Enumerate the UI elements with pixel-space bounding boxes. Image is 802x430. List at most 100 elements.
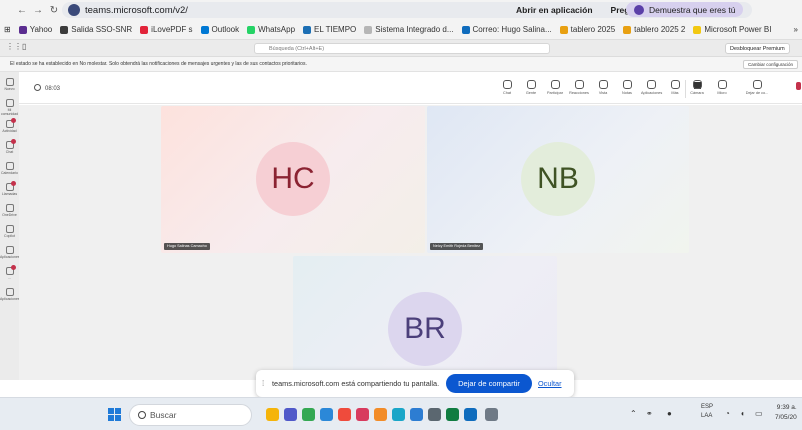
bookmark-item[interactable]: Yahoo	[18, 25, 52, 34]
back-icon[interactable]: ←	[14, 5, 30, 16]
bookmark-item[interactable]: Outlook	[200, 25, 240, 34]
toolbar-button[interactable]: Dejar de co...	[742, 80, 772, 95]
toolbar-icon	[752, 80, 762, 89]
wifi-icon[interactable]: ◔	[725, 409, 730, 418]
toolbar-label: Notas	[622, 91, 632, 95]
teams-header: ⋮⋮ ▯ Búsqueda (Ctrl+Alt+E) Desbloquear P…	[0, 40, 802, 57]
bookmark-favicon-icon	[693, 25, 702, 34]
photos-icon[interactable]	[320, 408, 333, 421]
toolbar-button[interactable]: Cámara	[687, 80, 707, 95]
bookmark-label: Outlook	[211, 25, 240, 34]
rail-item[interactable]: Actividad	[0, 118, 19, 133]
tray-overflow-icon[interactable]: ⌃	[630, 409, 637, 418]
rail-item[interactable]: Chat	[0, 139, 19, 154]
rail-icon	[5, 225, 14, 233]
system-clock[interactable]: 9:39 a. 7/05/20	[775, 403, 797, 423]
bookmark-item[interactable]: Correo: Hugo Salina...	[461, 25, 552, 34]
toolbar-button[interactable]: Participar	[545, 80, 565, 95]
bookmark-favicon-icon	[247, 25, 256, 34]
settings-icon[interactable]	[485, 408, 498, 421]
toolbar-button[interactable]: Gente	[521, 80, 541, 95]
hide-button[interactable]: Ocultar	[538, 379, 562, 388]
leave-button[interactable]	[796, 82, 801, 90]
more-bookmarks-button[interactable]: »	[794, 25, 798, 34]
rail-item[interactable]: OneDrive	[0, 204, 19, 217]
bookmark-item[interactable]: Salida SSO-SNR	[60, 25, 132, 34]
rail-item[interactable]: Calendario	[0, 162, 19, 175]
rail-item[interactable]: Aplicaciones	[0, 288, 20, 301]
bookmark-favicon-icon	[623, 25, 632, 34]
reload-icon[interactable]: ↻	[46, 5, 62, 16]
bookmark-label: Salida SSO-SNR	[71, 25, 133, 34]
excel-icon[interactable]	[446, 408, 459, 421]
rail-label: OneDrive	[2, 213, 17, 217]
toolbar-button[interactable]: Más	[665, 80, 685, 95]
rail-icon	[5, 99, 14, 107]
grid-menu-icon[interactable]: ⋮⋮	[6, 42, 22, 51]
toolbar-button[interactable]: Vista	[593, 80, 613, 95]
edge-icon[interactable]	[392, 408, 405, 421]
bookmark-item[interactable]: EL TIEMPO	[303, 25, 356, 34]
participant-tile[interactable]: HC Hugo Salinas Camacho	[161, 106, 425, 253]
rail-label: Copilot	[4, 234, 15, 238]
start-icon[interactable]	[108, 408, 122, 422]
toolbar-button[interactable]: Aplicaciones	[641, 80, 662, 95]
toolbar-icon	[598, 80, 608, 89]
rail-icon	[5, 288, 14, 296]
teams-app-icon[interactable]	[284, 408, 297, 421]
calculator-icon[interactable]	[428, 408, 441, 421]
file-explorer-icon[interactable]	[266, 408, 279, 421]
change-settings-button[interactable]: Cambiar configuración	[742, 60, 798, 69]
outlook-icon[interactable]	[464, 408, 477, 421]
network-tray-icon[interactable]: ⚭	[646, 409, 653, 418]
toolbar-label: Micro	[717, 91, 727, 95]
profile-button[interactable]: Demuestra que eres tú	[626, 2, 744, 17]
toolbar-button[interactable]: Micro	[712, 80, 732, 95]
bookmark-item[interactable]: tablero 2025 2	[623, 25, 685, 34]
dnd-notice: El estado se ha establecido en No molest…	[0, 57, 802, 72]
volume-icon[interactable]: ◖	[740, 409, 745, 418]
toolbar-button[interactable]: Notas	[617, 80, 637, 95]
forward-icon[interactable]: →	[30, 5, 46, 16]
bookmark-item[interactable]: Microsoft Power BI	[693, 25, 771, 34]
toolbar-icon	[622, 80, 632, 89]
language-indicator[interactable]: ESP LAA	[701, 403, 713, 421]
chrome-icon[interactable]	[302, 408, 315, 421]
sidebar-toggle-icon[interactable]: ▯	[22, 42, 26, 51]
toolbar-label: Cámara	[690, 91, 704, 95]
bookmark-item[interactable]: Sistema Integrado d...	[364, 25, 454, 34]
site-info-icon[interactable]	[68, 4, 80, 16]
participant-tile[interactable]: NB Nelcy Emith Rojeda Benitez	[427, 106, 689, 253]
open-in-app-button[interactable]: Abrir en aplicación	[516, 5, 593, 15]
bookmark-item[interactable]: iLovePDF s	[140, 25, 193, 34]
files-icon[interactable]	[410, 408, 423, 421]
participant-tile[interactable]: BR	[293, 256, 557, 378]
rail-icon	[5, 265, 16, 275]
apps-grid-icon[interactable]: ⊞	[4, 25, 11, 34]
paint-icon[interactable]	[374, 408, 387, 421]
bookmark-label: tablero 2025 2	[634, 25, 686, 34]
rail-item[interactable]: Llamadas	[0, 181, 19, 196]
rail-item[interactable]: Nuevo	[0, 78, 19, 91]
rail-item[interactable]: Copilot	[0, 225, 19, 238]
teams-search-input[interactable]: Búsqueda (Ctrl+Alt+E)	[254, 43, 550, 54]
battery-icon[interactable]: ▭	[755, 409, 763, 418]
url-text[interactable]: teams.microsoft.com/v2/	[85, 5, 188, 16]
camera-app-icon[interactable]	[356, 408, 369, 421]
taskbar-search-input[interactable]: Buscar	[129, 404, 252, 426]
rail-item[interactable]: Mi comunidad	[0, 99, 19, 116]
rail-item[interactable]: ...	[0, 265, 19, 280]
meeting-toolbar: 08:03 Chat Gente Participar Reacciones Vista…	[19, 72, 802, 104]
rail-item[interactable]: Aplicaciones	[0, 246, 20, 259]
bookmark-item[interactable]: WhatsApp	[247, 25, 295, 34]
toolbar-button[interactable]: Reacciones	[569, 80, 589, 95]
toolbar-button[interactable]: Chat	[497, 80, 517, 95]
bookmark-item[interactable]: tablero 2025	[559, 25, 615, 34]
rail-icon	[5, 246, 14, 254]
toolbar-icon	[717, 80, 727, 89]
store-icon[interactable]	[338, 408, 351, 421]
mic-tray-icon[interactable]: ●	[667, 409, 672, 418]
drag-handle-icon[interactable]: ⁞	[262, 379, 264, 388]
premium-button[interactable]: Desbloquear Premium	[725, 43, 790, 54]
stop-sharing-button[interactable]: Dejar de compartir	[446, 374, 532, 393]
